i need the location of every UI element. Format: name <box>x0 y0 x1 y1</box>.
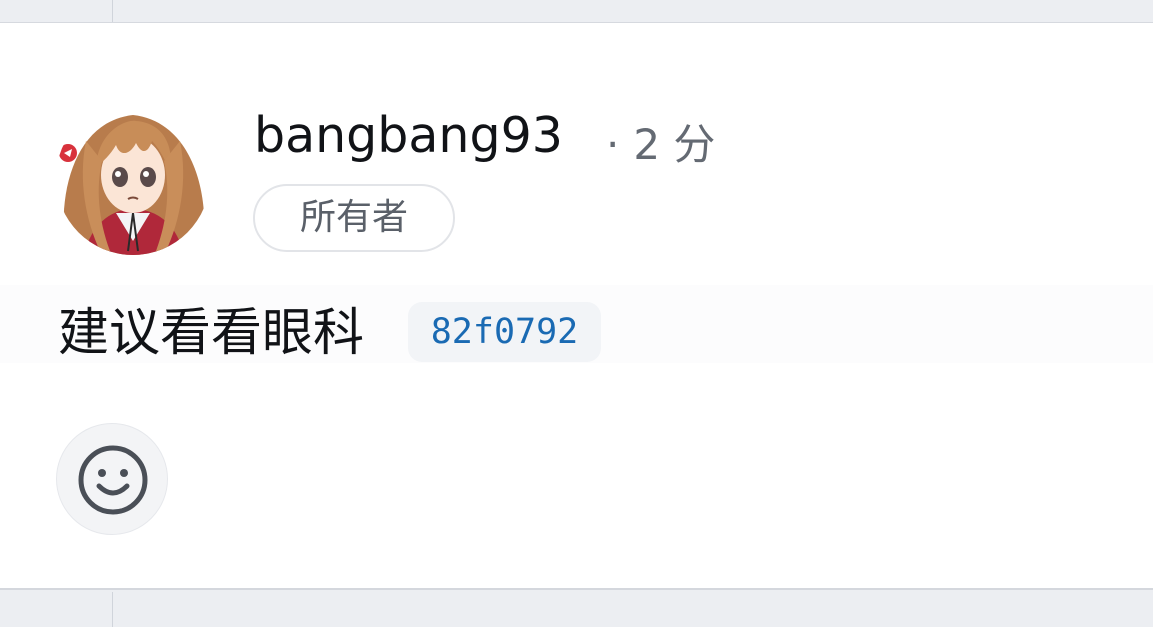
comment-card: bangbang93 · 2 分 所有者 建议看看眼科 82f0792 <box>0 22 1153 590</box>
add-reaction-button[interactable] <box>56 423 168 535</box>
author-name[interactable]: bangbang93 <box>254 107 563 164</box>
timeline-line <box>112 592 113 627</box>
timeline-line <box>112 0 113 22</box>
comment-body: 建议看看眼科 <box>58 304 365 363</box>
avatar[interactable] <box>56 101 210 255</box>
comment-time[interactable]: 2 分 <box>633 120 715 169</box>
meta-separator: · <box>606 120 620 169</box>
smiley-icon <box>78 445 148 515</box>
role-badge: 所有者 <box>253 184 455 252</box>
comment-meta: · 2 分 <box>606 111 715 172</box>
commit-link[interactable]: 82f0792 <box>408 302 601 362</box>
